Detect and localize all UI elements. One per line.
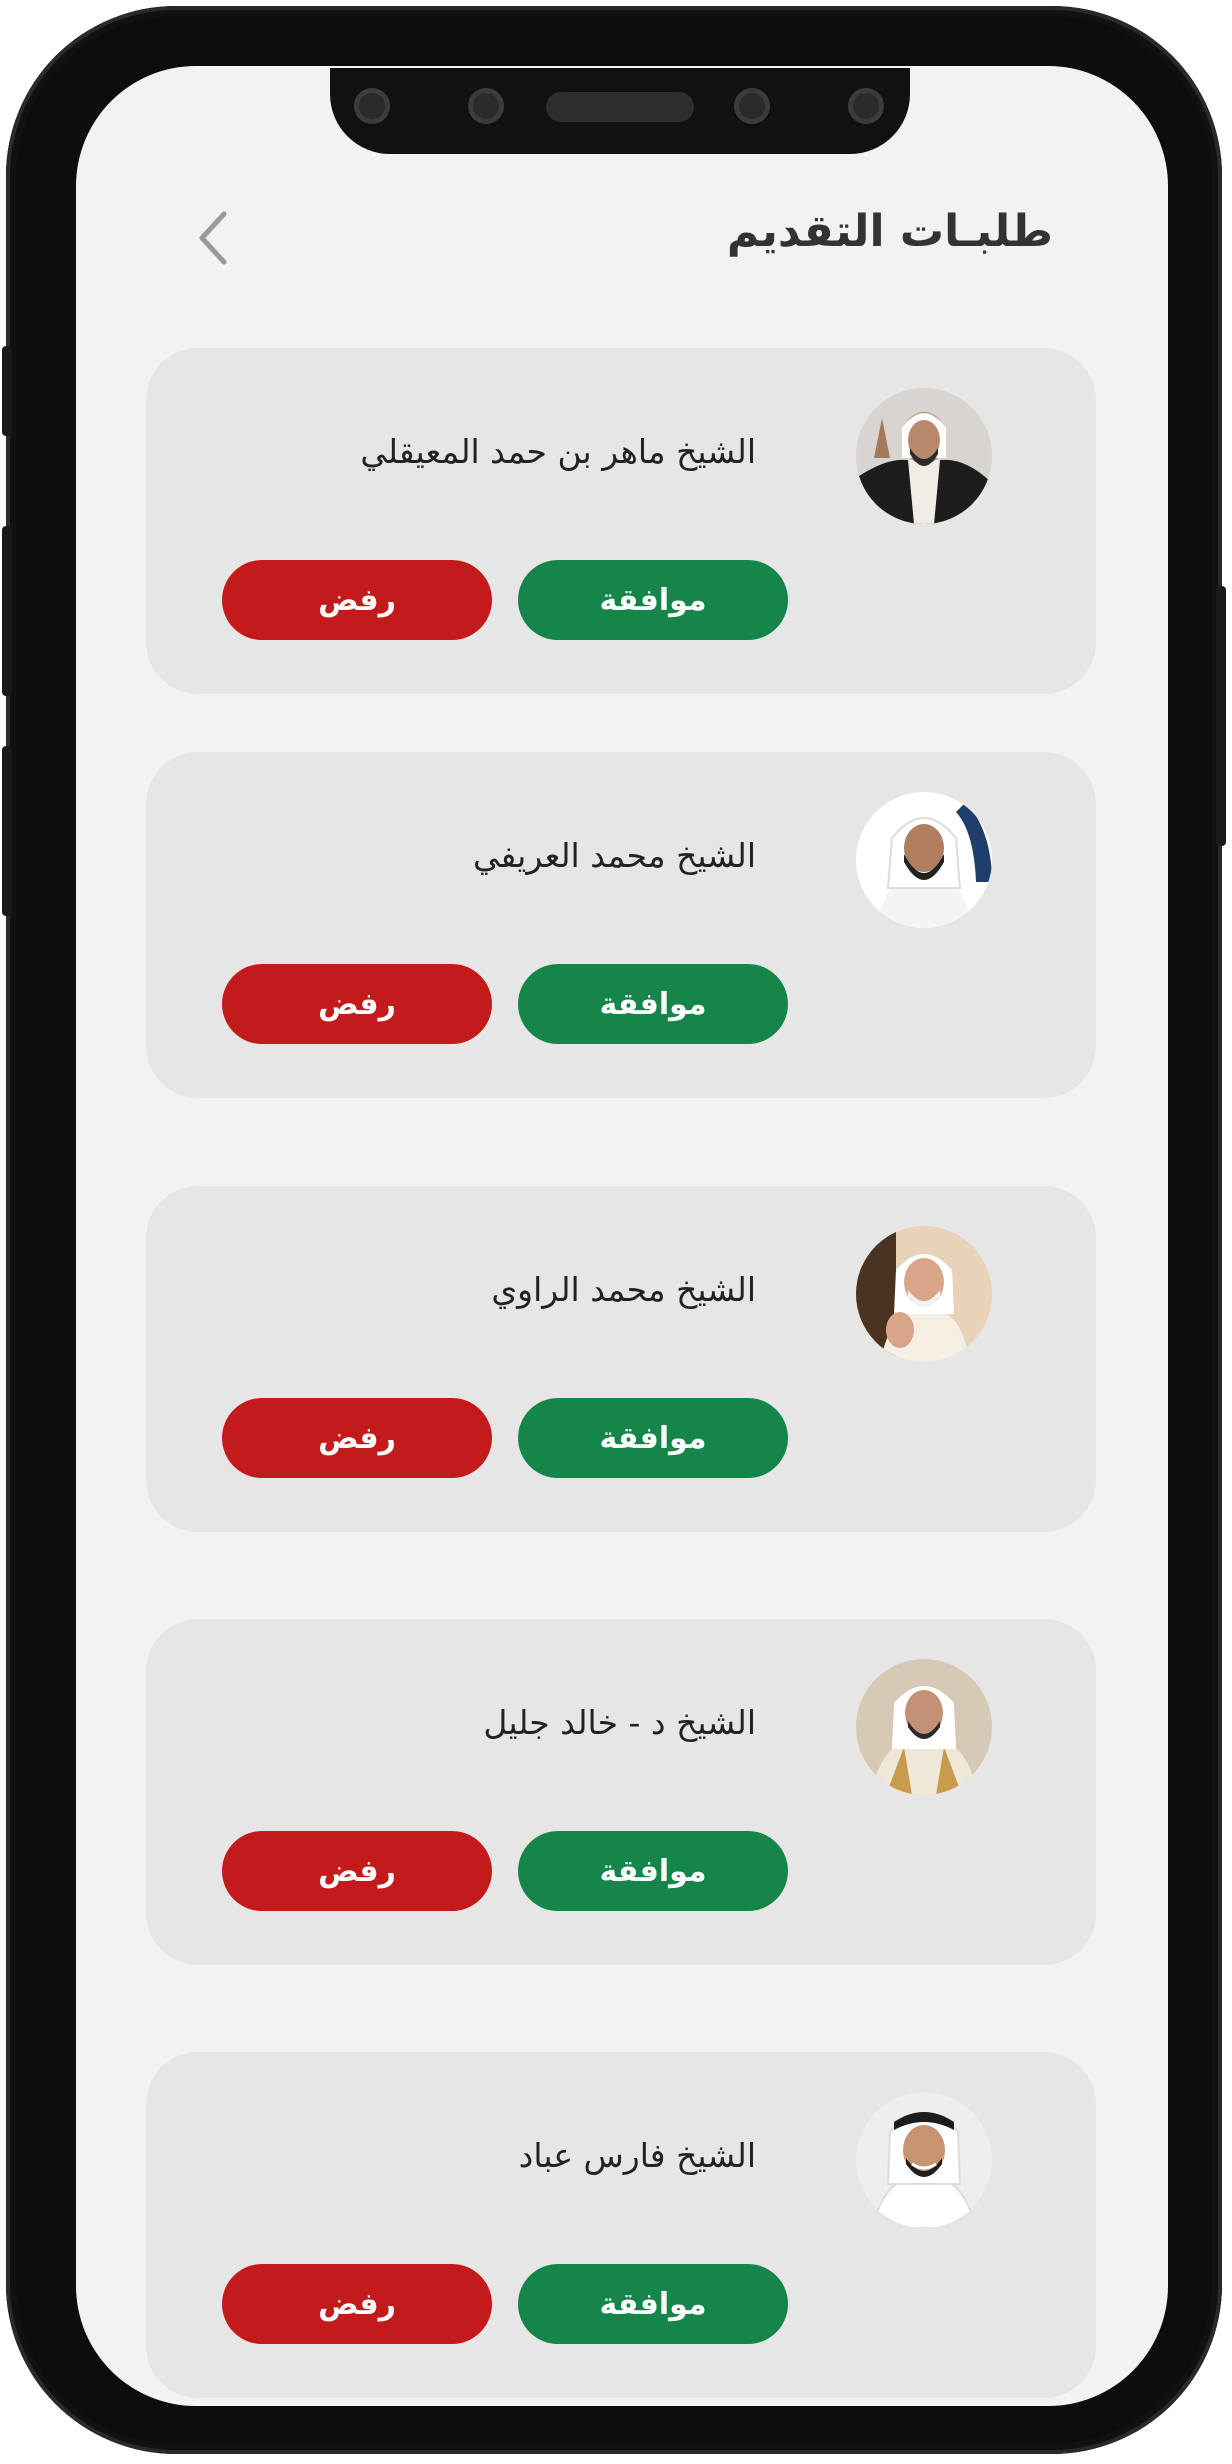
front-camera-icon (354, 88, 390, 124)
request-card: الشيخ محمد العريفي موافقة رفض (146, 752, 1096, 1098)
phone-frame: طلبـات التقديم الشيخ ماهر بن حمد المعيقل… (2, 6, 1226, 2454)
reject-button[interactable]: رفض (222, 2264, 492, 2344)
back-button[interactable] (186, 208, 246, 268)
app-screen: طلبـات التقديم الشيخ ماهر بن حمد المعيقل… (76, 66, 1168, 2406)
applicant-name: الشيخ ماهر بن حمد المعيقلي (360, 432, 756, 471)
applicant-name: الشيخ فارس عباد (518, 2136, 756, 2175)
request-card: الشيخ محمد الراوي موافقة رفض (146, 1186, 1096, 1532)
approve-button[interactable]: موافقة (518, 964, 788, 1044)
approve-button[interactable]: موافقة (518, 1398, 788, 1478)
chevron-left-icon (199, 211, 227, 265)
avatar (856, 1226, 992, 1362)
approve-button[interactable]: موافقة (518, 560, 788, 640)
applicant-name: الشيخ د - خالد جليل (483, 1703, 756, 1742)
avatar (856, 2092, 992, 2228)
request-card: الشيخ فارس عباد موافقة رفض (146, 2052, 1096, 2398)
reject-button[interactable]: رفض (222, 1831, 492, 1911)
reject-button[interactable]: رفض (222, 964, 492, 1044)
request-card: الشيخ د - خالد جليل موافقة رفض (146, 1619, 1096, 1965)
approve-button[interactable]: موافقة (518, 1831, 788, 1911)
applicant-name: الشيخ محمد العريفي (472, 836, 756, 875)
earpiece-speaker (546, 92, 694, 122)
mute-switch (2, 346, 12, 436)
sensor-icon (468, 88, 504, 124)
request-card: الشيخ ماهر بن حمد المعيقلي موافقة رفض (146, 348, 1096, 694)
volume-down-button (2, 746, 12, 916)
camera-notch (330, 68, 910, 154)
applicant-name: الشيخ محمد الراوي (491, 1270, 756, 1309)
power-button (1216, 586, 1226, 846)
avatar (856, 1659, 992, 1795)
reject-button[interactable]: رفض (222, 560, 492, 640)
reject-button[interactable]: رفض (222, 1398, 492, 1478)
page-title: طلبـات التقديم (726, 206, 1053, 257)
avatar (856, 388, 992, 524)
proximity-sensor-icon (848, 88, 884, 124)
avatar (856, 792, 992, 928)
approve-button[interactable]: موافقة (518, 2264, 788, 2344)
sensor-icon (734, 88, 770, 124)
volume-up-button (2, 526, 12, 696)
